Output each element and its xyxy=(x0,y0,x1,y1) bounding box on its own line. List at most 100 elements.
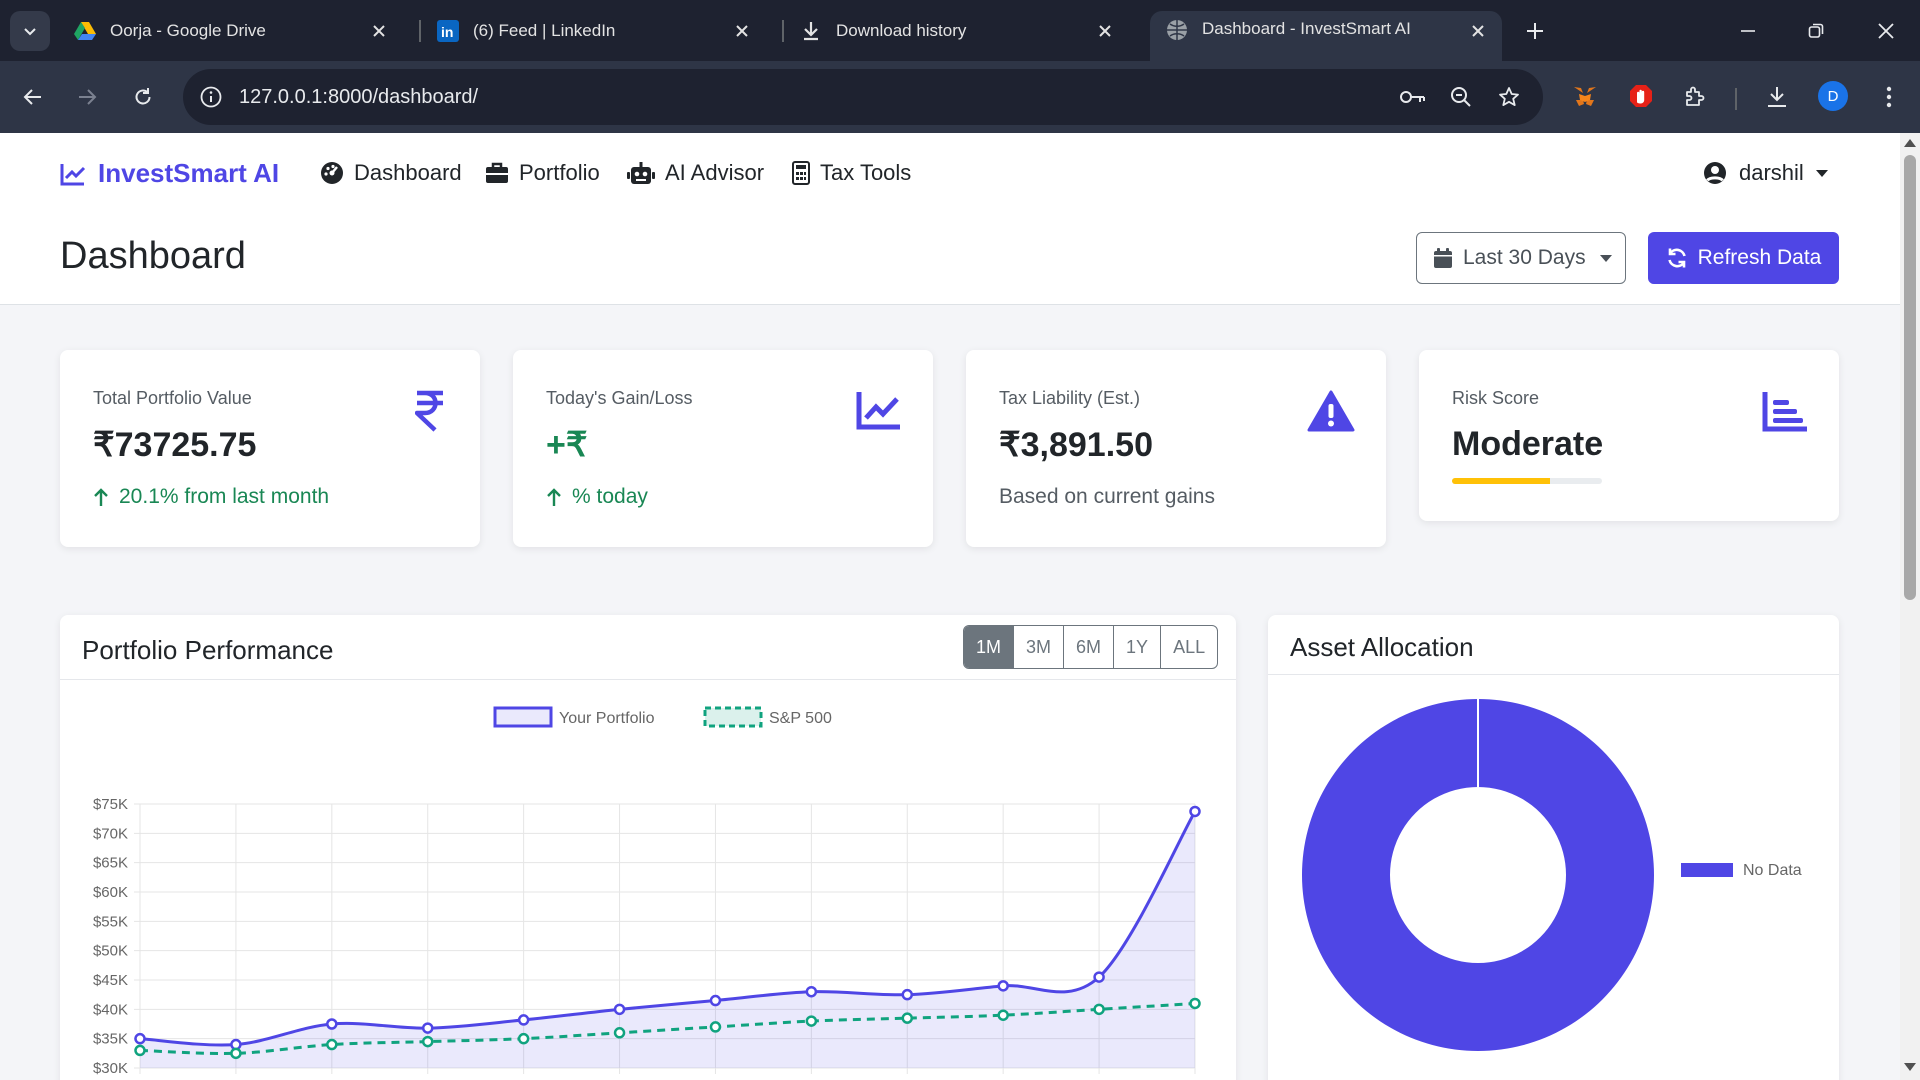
stat-card-risk-score: Risk Score Moderate xyxy=(1419,350,1839,521)
legend-label: Your Portfolio xyxy=(559,710,655,727)
plus-icon xyxy=(1527,23,1543,39)
adblock-extension-icon[interactable] xyxy=(1622,78,1660,116)
data-point xyxy=(805,1015,818,1027)
close-icon[interactable] xyxy=(1466,19,1490,43)
stat-label: Tax Liability (Est.) xyxy=(999,388,1141,408)
url-text[interactable]: 127.0.0.1:8000/dashboard/ xyxy=(239,86,1393,109)
range-3m-button[interactable]: 3M xyxy=(1013,626,1063,668)
range-all-button[interactable]: ALL xyxy=(1160,626,1217,668)
data-point xyxy=(1093,1003,1105,1016)
tab-search-button[interactable] xyxy=(10,11,50,51)
page-scrollbar[interactable] xyxy=(1900,133,1920,1080)
gauge-icon xyxy=(321,162,343,184)
forward-button[interactable] xyxy=(70,80,104,114)
site-info-icon[interactable] xyxy=(199,85,223,109)
stat-value: ₹73725.75 xyxy=(93,426,257,464)
minimize-icon xyxy=(1741,30,1755,32)
briefcase-icon xyxy=(486,162,508,183)
chart-line-icon xyxy=(856,390,902,435)
chart-line-icon xyxy=(60,163,86,185)
y-tick-label: $70K xyxy=(93,825,128,842)
zoom-icon[interactable] xyxy=(1441,77,1481,117)
minimize-button[interactable] xyxy=(1728,14,1768,48)
brand-link[interactable]: InvestSmart AI xyxy=(60,158,279,189)
linkedin-icon: in xyxy=(437,20,459,42)
stat-note: Based on current gains xyxy=(999,485,1215,508)
address-bar[interactable]: 127.0.0.1:8000/dashboard/ xyxy=(183,69,1543,125)
window-close-button[interactable] xyxy=(1866,14,1906,48)
data-point xyxy=(517,1032,530,1045)
scroll-down-arrow[interactable] xyxy=(1904,1063,1916,1071)
robot-icon xyxy=(627,162,655,184)
tab-investsmart-dashboard[interactable]: Dashboard - InvestSmart AI xyxy=(1150,11,1502,61)
panel-title: Asset Allocation xyxy=(1290,632,1474,662)
refresh-data-button[interactable]: Refresh Data xyxy=(1648,232,1839,284)
date-range-dropdown[interactable]: Last 30 Days xyxy=(1416,232,1626,284)
risk-meter-fill xyxy=(1452,478,1550,484)
browser-toolbar: 127.0.0.1:8000/dashboard/ D xyxy=(0,61,1920,133)
y-tick-label: $30K xyxy=(93,1060,128,1077)
data-point xyxy=(901,988,914,1001)
data-point xyxy=(326,1018,338,1030)
nav-ai-advisor[interactable]: AI Advisor xyxy=(627,160,764,186)
rupee-icon xyxy=(414,390,445,437)
scrollbar-thumb[interactable] xyxy=(1904,155,1916,600)
y-tick-label: $75K xyxy=(93,796,128,813)
profile-avatar[interactable]: D xyxy=(1818,81,1848,111)
close-icon[interactable] xyxy=(730,19,754,43)
tab-google-drive[interactable]: Oorja - Google Drive xyxy=(58,11,403,51)
nav-label: AI Advisor xyxy=(665,160,765,185)
new-tab-button[interactable] xyxy=(1520,16,1550,46)
legend-label: No Data xyxy=(1743,862,1802,879)
close-icon[interactable] xyxy=(367,19,391,43)
range-6m-button[interactable]: 6M xyxy=(1063,626,1113,668)
reload-button[interactable] xyxy=(126,80,160,114)
tab-download-history[interactable]: Download history xyxy=(784,11,1129,51)
stat-card-todays-gain: Today's Gain/Loss +₹ % today xyxy=(513,350,933,547)
brand-name: InvestSmart AI xyxy=(98,158,280,188)
y-tick-label: $35K xyxy=(93,1031,128,1048)
tab-linkedin[interactable]: in (6) Feed | LinkedIn xyxy=(421,11,766,51)
page-title: Dashboard xyxy=(60,235,246,277)
page-viewport: InvestSmart AI Dashboard Portfolio AI Ad… xyxy=(0,133,1900,1080)
warning-triangle-icon xyxy=(1307,390,1355,437)
data-point xyxy=(421,1035,434,1048)
extensions-puzzle-icon[interactable] xyxy=(1676,78,1714,116)
google-drive-icon xyxy=(74,20,96,42)
range-1m-button[interactable]: 1M xyxy=(964,626,1014,668)
bookmark-star-icon[interactable] xyxy=(1489,77,1529,117)
scroll-up-arrow[interactable] xyxy=(1904,139,1916,147)
restore-button[interactable] xyxy=(1796,14,1836,48)
data-point xyxy=(613,1027,626,1039)
data-point xyxy=(326,1038,338,1051)
svg-text:in: in xyxy=(441,24,453,40)
nav-tax-tools[interactable]: Tax Tools xyxy=(792,160,911,186)
y-tick-label: $55K xyxy=(93,913,128,930)
caret-down-icon xyxy=(1599,254,1612,262)
nav-portfolio[interactable]: Portfolio xyxy=(485,160,600,186)
browser-menu-icon[interactable] xyxy=(1870,78,1908,116)
user-menu[interactable]: darshil xyxy=(1703,160,1828,186)
download-icon xyxy=(800,20,822,42)
range-1y-button[interactable]: 1Y xyxy=(1113,626,1160,668)
panel-title: Portfolio Performance xyxy=(82,635,334,665)
legend-label: S&P 500 xyxy=(769,710,832,727)
data-point xyxy=(1189,997,1201,1010)
data-point xyxy=(1189,805,1201,818)
data-point xyxy=(805,985,818,998)
data-point xyxy=(421,1022,434,1034)
stat-value: ₹3,891.50 xyxy=(999,426,1153,464)
nav-dashboard[interactable]: Dashboard xyxy=(320,160,462,186)
legend-swatch xyxy=(1681,863,1733,877)
metamask-extension-icon[interactable] xyxy=(1566,78,1604,116)
y-tick-label: $50K xyxy=(93,943,128,960)
data-point xyxy=(134,1032,146,1045)
close-icon[interactable] xyxy=(1093,19,1117,43)
data-point xyxy=(901,1012,914,1024)
back-button[interactable] xyxy=(16,80,50,114)
y-tick-label: $40K xyxy=(93,1001,128,1018)
downloads-icon[interactable] xyxy=(1758,78,1796,116)
data-point xyxy=(134,1044,146,1057)
password-key-icon[interactable] xyxy=(1393,77,1433,117)
stat-change-text: % today xyxy=(572,485,648,508)
